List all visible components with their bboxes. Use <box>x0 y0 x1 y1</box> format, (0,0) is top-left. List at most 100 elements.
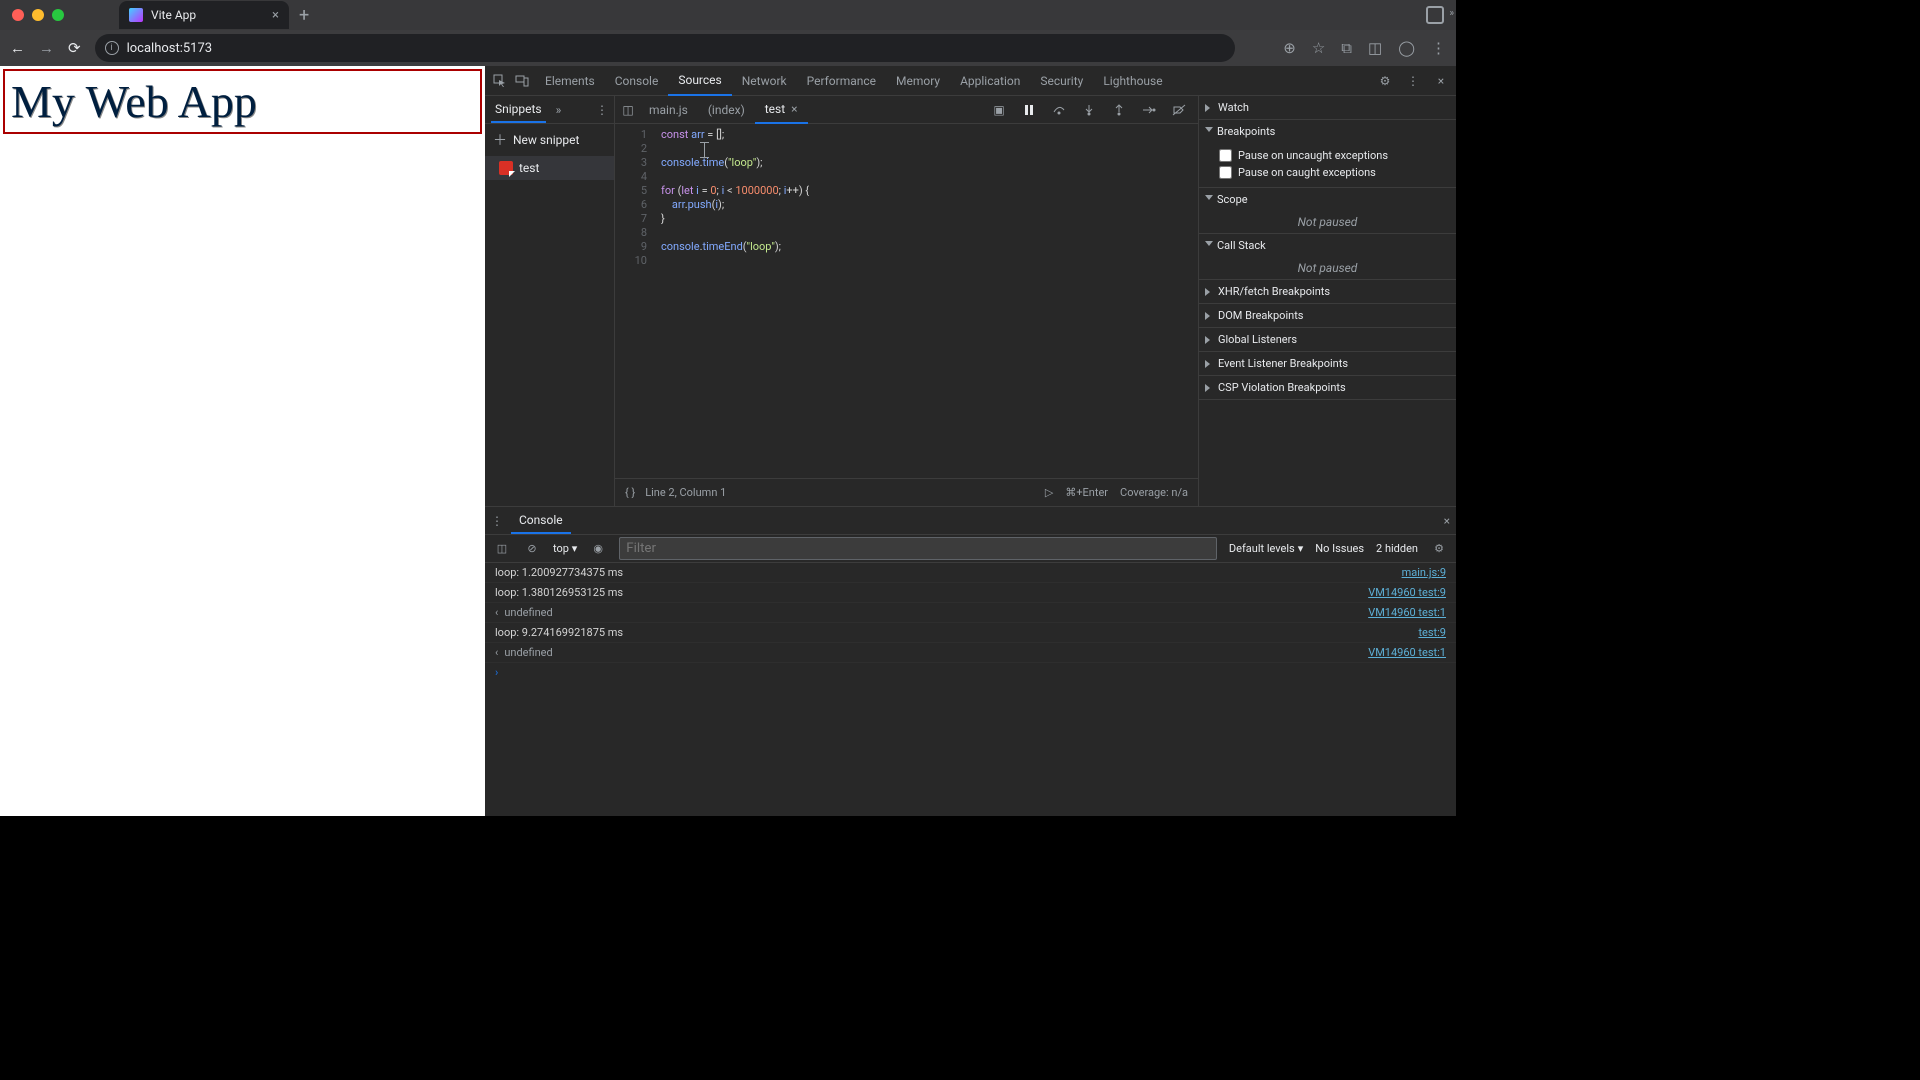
step-into-icon[interactable] <box>1080 101 1098 119</box>
console-filter-input[interactable] <box>619 537 1217 560</box>
devtools-tab-performance[interactable]: Performance <box>797 66 886 96</box>
minimize-window-button[interactable] <box>32 9 44 21</box>
deactivate-breakpoints-icon[interactable] <box>1170 101 1188 119</box>
console-settings-icon[interactable]: ⚙ <box>1430 540 1448 558</box>
devtools-tab-console[interactable]: Console <box>605 66 669 96</box>
console-source-link[interactable]: test:9 <box>1418 626 1446 639</box>
console-row: ‹undefinedVM14960 test:1 <box>485 603 1456 623</box>
toggle-sidebar-icon[interactable]: ◫ <box>493 540 511 558</box>
editor-tab[interactable]: (index) <box>698 96 755 124</box>
new-tab-button[interactable]: + <box>299 5 309 26</box>
zoom-icon[interactable]: ⊕ <box>1283 39 1296 57</box>
context-selector[interactable]: top ▾ <box>553 542 577 555</box>
close-drawer-icon[interactable]: × <box>1444 514 1450 528</box>
live-expression-icon[interactable]: ◉ <box>589 540 607 558</box>
toggle-navigator-icon[interactable]: ◫ <box>619 101 637 119</box>
console-toolbar: ◫ ⊘ top ▾ ◉ Default levels▾ No Issues 2 … <box>485 535 1456 563</box>
menu-button[interactable]: ⋮ <box>1431 39 1446 57</box>
pretty-print-icon[interactable]: { } <box>625 486 635 499</box>
browser-tab[interactable]: Vite App × <box>119 1 289 29</box>
console-output[interactable]: loop: 1.200927734375 msmain.js:9loop: 1.… <box>485 563 1456 816</box>
forward-button[interactable]: → <box>39 39 54 57</box>
clear-console-icon[interactable]: ⊘ <box>523 540 541 558</box>
console-source-link[interactable]: main.js:9 <box>1402 566 1446 579</box>
console-source-link[interactable]: VM14960 test:1 <box>1368 606 1446 619</box>
side-panel-icon[interactable]: ◫ <box>1368 39 1382 57</box>
devtools-tab-bar: ElementsConsoleSourcesNetworkPerformance… <box>485 66 1456 96</box>
sources-editor-area: ◫ main.js(index)test× ▣ 12345678910 cons <box>615 96 1198 506</box>
window-titlebar: Vite App × + <box>0 0 1456 30</box>
devtools-tab-security[interactable]: Security <box>1030 66 1093 96</box>
console-prompt[interactable]: › <box>485 663 1456 682</box>
watch-section[interactable]: Watch <box>1199 96 1456 119</box>
console-message: undefined <box>504 606 1368 619</box>
editor-tab[interactable]: test× <box>755 96 808 124</box>
device-toolbar-icon[interactable] <box>513 72 531 90</box>
navigator-menu-icon[interactable]: ⋮ <box>596 103 608 117</box>
close-tab-icon[interactable]: × <box>791 102 797 116</box>
scope-section[interactable]: Scope <box>1199 188 1456 211</box>
address-bar[interactable]: i localhost:5173 <box>95 34 1235 62</box>
pause-caught-checkbox[interactable]: Pause on caught exceptions <box>1219 164 1448 181</box>
editor-tab-bar: ◫ main.js(index)test× ▣ <box>615 96 1198 124</box>
reload-button[interactable]: ⟳ <box>68 39 81 57</box>
editor-tab[interactable]: main.js <box>639 96 698 124</box>
devtools-tab-sources[interactable]: Sources <box>668 66 731 96</box>
step-over-icon[interactable] <box>1050 101 1068 119</box>
more-tabs-icon[interactable]: » <box>556 103 562 117</box>
code-content[interactable]: const arr = []; console.time("loop"); fo… <box>655 124 809 478</box>
run-icon[interactable]: ▷ <box>1045 486 1053 499</box>
console-tab[interactable]: Console <box>511 508 571 534</box>
inspect-element-icon[interactable] <box>491 72 509 90</box>
xhr-breakpoints-section[interactable]: XHR/fetch Breakpoints <box>1199 280 1456 303</box>
site-info-icon[interactable]: i <box>105 41 119 55</box>
devtools-tab-lighthouse[interactable]: Lighthouse <box>1093 66 1172 96</box>
devtools-tab-elements[interactable]: Elements <box>535 66 605 96</box>
global-listeners-section[interactable]: Global Listeners <box>1199 328 1456 351</box>
console-row: loop: 1.200927734375 msmain.js:9 <box>485 563 1456 583</box>
log-levels-selector[interactable]: Default levels▾ <box>1229 542 1303 555</box>
pause-uncaught-checkbox[interactable]: Pause on uncaught exceptions <box>1219 147 1448 164</box>
bookmark-icon[interactable]: ☆ <box>1312 39 1325 57</box>
console-source-link[interactable]: VM14960 test:9 <box>1368 586 1446 599</box>
console-message: loop: 1.200927734375 ms <box>495 566 1402 579</box>
more-editor-icon[interactable]: ▣ <box>990 101 1008 119</box>
console-row: ‹undefinedVM14960 test:1 <box>485 643 1456 663</box>
new-snippet-button[interactable]: ＋ New snippet <box>485 124 614 156</box>
issues-indicator[interactable]: No Issues <box>1315 542 1364 555</box>
callstack-section[interactable]: Call Stack <box>1199 234 1456 257</box>
step-icon[interactable] <box>1140 101 1158 119</box>
snippet-item[interactable]: test <box>485 156 614 180</box>
devtools-tab-network[interactable]: Network <box>732 66 797 96</box>
close-devtools-icon[interactable]: × <box>1432 72 1450 90</box>
chevron-down-icon: ▾ <box>572 542 578 555</box>
maximize-window-button[interactable] <box>52 9 64 21</box>
pause-icon[interactable] <box>1020 101 1038 119</box>
more-icon[interactable]: ⋮ <box>1404 72 1422 90</box>
event-listener-breakpoints-section[interactable]: Event Listener Breakpoints <box>1199 352 1456 375</box>
close-tab-button[interactable]: × <box>272 8 279 23</box>
scope-not-paused: Not paused <box>1199 211 1456 233</box>
settings-icon[interactable]: ⚙ <box>1376 72 1394 90</box>
extensions-icon[interactable]: ⧉ <box>1341 39 1352 57</box>
extensions-button[interactable] <box>1426 6 1444 24</box>
step-out-icon[interactable] <box>1110 101 1128 119</box>
run-shortcut: ⌘+Enter <box>1065 486 1108 499</box>
profile-icon[interactable]: ◯ <box>1398 39 1415 57</box>
snippets-tab[interactable]: Snippets <box>491 97 546 123</box>
cursor-position: Line 2, Column 1 <box>645 486 726 499</box>
close-window-button[interactable] <box>12 9 24 21</box>
csp-breakpoints-section[interactable]: CSP Violation Breakpoints <box>1199 376 1456 399</box>
back-button[interactable]: ← <box>10 39 25 57</box>
console-source-link[interactable]: VM14960 test:1 <box>1368 646 1446 659</box>
hidden-count[interactable]: 2 hidden <box>1376 542 1418 555</box>
code-editor[interactable]: 12345678910 const arr = []; console.time… <box>615 124 1198 478</box>
debugger-sidebar: Watch Breakpoints Pause on uncaught exce… <box>1198 96 1456 506</box>
console-message: loop: 9.274169921875 ms <box>495 626 1418 639</box>
devtools-tab-memory[interactable]: Memory <box>886 66 950 96</box>
drawer-menu-icon[interactable]: ⋮ <box>491 514 503 528</box>
devtools-tab-application[interactable]: Application <box>950 66 1030 96</box>
dom-breakpoints-section[interactable]: DOM Breakpoints <box>1199 304 1456 327</box>
breakpoints-section[interactable]: Breakpoints <box>1199 120 1456 143</box>
browser-toolbar: ← → ⟳ i localhost:5173 ⊕ ☆ ⧉ ◫ ◯ ⋮ <box>0 30 1456 66</box>
